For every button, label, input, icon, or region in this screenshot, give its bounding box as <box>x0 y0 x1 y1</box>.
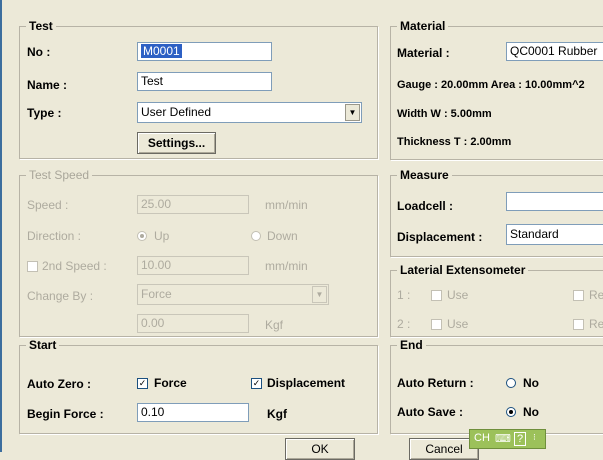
ime-lang-indicator[interactable]: CH <box>474 432 490 444</box>
extensometer-row2-use-label: Use <box>447 317 469 331</box>
begin-force-unit: Kgf <box>267 407 287 421</box>
loadcell-label: Loadcell : <box>397 199 454 213</box>
force-checkbox[interactable]: ✓ <box>137 378 148 389</box>
window-left-edge <box>0 0 2 452</box>
second-speed-checkbox[interactable] <box>27 261 38 272</box>
extensometer-row1-use-checkbox[interactable] <box>431 290 442 301</box>
change-by-select[interactable]: Force ▼ <box>137 284 329 305</box>
extensometer-row2-index: 2 : <box>397 317 411 331</box>
extensometer-row2-right-checkbox[interactable] <box>573 319 584 330</box>
end-legend: End <box>397 338 426 352</box>
keyboard-icon[interactable]: ⌨ <box>495 432 511 445</box>
change-by-label: Change By : <box>27 289 94 303</box>
second-speed-label: 2nd Speed : <box>42 259 107 273</box>
second-speed-field[interactable]: 10.00 <box>137 256 249 275</box>
material-field[interactable]: QC0001 Rubber <box>506 42 603 61</box>
auto-save-label: Auto Save : <box>397 405 464 419</box>
extensometer-row2-use-checkbox[interactable] <box>431 319 442 330</box>
second-speed-unit: mm/min <box>265 259 308 273</box>
test-no-field[interactable]: M0001 <box>137 42 272 61</box>
type-label: Type : <box>27 106 62 120</box>
auto-save-no-radio[interactable] <box>506 407 516 417</box>
displacement-checkbox-label: Displacement <box>267 376 346 390</box>
measure-legend: Measure <box>397 168 452 182</box>
type-select-value: User Defined <box>141 105 212 119</box>
options-icon[interactable]: ⁝ <box>533 432 536 443</box>
width-text: Width W : 5.00mm <box>397 108 492 120</box>
test-no-value: M0001 <box>141 44 182 58</box>
change-by-value: Force <box>141 287 172 301</box>
settings-button[interactable]: Settings... <box>137 132 216 154</box>
extensometer-row1-index: 1 : <box>397 288 411 302</box>
direction-up-label: Up <box>154 229 170 243</box>
begin-force-label: Begin Force : <box>27 407 104 421</box>
force-checkbox-label: Force <box>154 376 187 390</box>
test-speed-legend: Test Speed <box>26 168 93 182</box>
chevron-down-icon[interactable]: ▼ <box>345 104 360 121</box>
no-label: No : <box>27 45 51 59</box>
displacement-select-value: Standard <box>510 227 559 241</box>
change-value-field[interactable]: 0.00 <box>137 314 249 333</box>
chevron-down-icon[interactable]: ▼ <box>312 286 327 303</box>
extensometer-row1-use-label: Use <box>447 288 469 302</box>
displacement-select[interactable]: Standard <box>506 224 603 245</box>
loadcell-field[interactable] <box>506 192 603 211</box>
direction-down-radio[interactable] <box>251 231 261 241</box>
extensometer-legend: Laterial Extensometer <box>397 263 529 277</box>
ime-language-bar[interactable]: CH ⌨ ? ⁝ <box>469 429 546 449</box>
direction-label: Direction : <box>27 229 82 243</box>
extensometer-row1-right-checkbox[interactable] <box>573 290 584 301</box>
auto-return-label: Auto Return : <box>397 376 474 390</box>
gauge-area-text: Gauge : 20.00mm Area : 10.00mm^2 <box>397 79 585 91</box>
test-group-legend: Test <box>26 19 56 33</box>
auto-save-no-label: No <box>523 405 539 419</box>
speed-field[interactable]: 25.00 <box>137 195 249 214</box>
change-unit: Kgf <box>265 318 284 332</box>
test-name-field[interactable]: Test <box>137 72 272 91</box>
help-icon[interactable]: ? <box>514 432 527 446</box>
direction-up-radio[interactable] <box>137 231 147 241</box>
extensometer-row1-right-label: Re <box>589 288 603 302</box>
extensometer-group: Laterial Extensometer <box>390 263 603 337</box>
auto-zero-label: Auto Zero : <box>27 377 91 391</box>
extensometer-row2-right-label: Re <box>589 317 603 331</box>
type-select[interactable]: User Defined ▼ <box>137 102 362 123</box>
auto-return-no-label: No <box>523 376 539 390</box>
direction-down-label: Down <box>267 229 298 243</box>
name-label: Name : <box>27 78 68 92</box>
start-legend: Start <box>26 338 60 352</box>
material-label: Material : <box>397 46 450 60</box>
displacement-checkbox[interactable]: ✓ <box>251 378 262 389</box>
displacement-label: Displacement : <box>397 230 483 244</box>
speed-label: Speed : <box>27 198 69 212</box>
speed-unit: mm/min <box>265 198 308 212</box>
begin-force-field[interactable]: 0.10 <box>137 403 249 422</box>
thickness-text: Thickness T : 2.00mm <box>397 136 512 148</box>
auto-return-no-radio[interactable] <box>506 378 516 388</box>
ok-button[interactable]: OK <box>285 438 355 460</box>
material-legend: Material <box>397 19 449 33</box>
